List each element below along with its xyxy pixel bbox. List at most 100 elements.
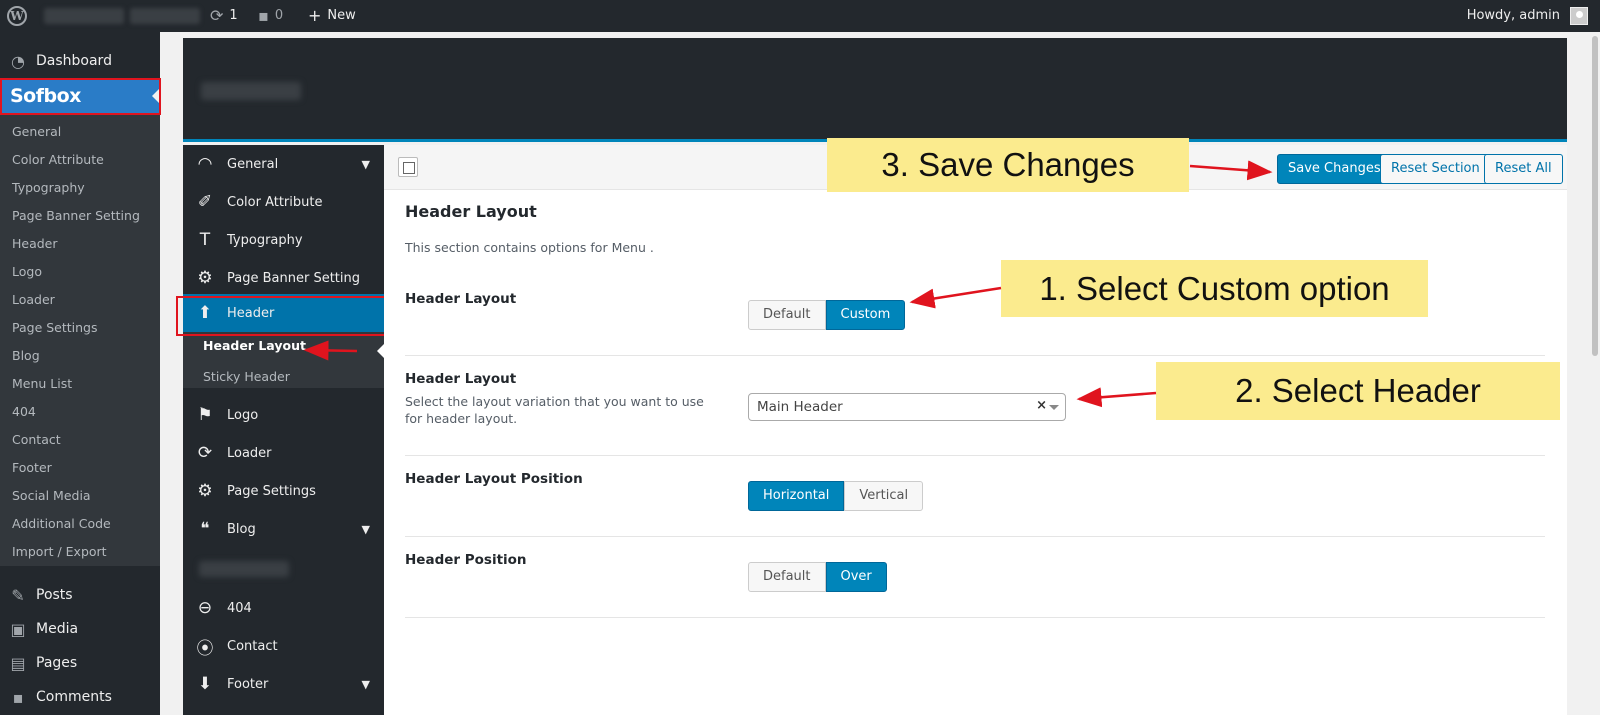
option-default[interactable]: Default <box>748 562 826 592</box>
subsection-header-layout[interactable]: Header Layout <box>203 338 306 353</box>
minus-circle-icon: ⊖ <box>197 598 213 618</box>
text-icon: T <box>199 230 211 250</box>
section-blog[interactable]: ❝ Blog ▼ <box>183 510 384 548</box>
submenu-import-export[interactable]: Import / Export <box>12 544 107 559</box>
submenu-color-attribute[interactable]: Color Attribute <box>12 152 104 167</box>
submenu-page-settings[interactable]: Page Settings <box>12 320 98 335</box>
section-label: Footer <box>227 676 269 692</box>
section-label: Blog <box>227 521 256 537</box>
wordpress-logo-icon[interactable]: W <box>7 6 27 26</box>
comment-icon: ▪ <box>12 687 24 707</box>
panel-title-blurred <box>201 82 301 100</box>
scrollbar-thumb[interactable] <box>1592 36 1598 356</box>
menu-sofbox[interactable]: Sofbox <box>0 79 160 113</box>
divider <box>405 355 1545 356</box>
site-name-blurred[interactable] <box>44 8 124 24</box>
section-404[interactable]: ⊖ 404 <box>183 589 384 627</box>
expand-options-icon[interactable] <box>398 157 418 177</box>
menu-label: Pages <box>36 655 78 671</box>
options-panel-header <box>183 38 1567 142</box>
avatar[interactable] <box>1570 7 1588 25</box>
section-loader[interactable]: ⟳ Loader <box>183 434 384 472</box>
submenu-menu-list[interactable]: Menu List <box>12 376 72 391</box>
submenu-social-media[interactable]: Social Media <box>12 488 91 503</box>
section-page-settings[interactable]: ⚙ Page Settings <box>183 472 384 510</box>
option-vertical[interactable]: Vertical <box>844 481 924 511</box>
submenu-logo[interactable]: Logo <box>12 264 42 279</box>
comments-button[interactable]: ▪ 0 <box>258 0 283 32</box>
site-link-blurred[interactable] <box>130 8 200 24</box>
section-typography[interactable]: T Typography <box>183 221 384 259</box>
option-horizontal[interactable]: Horizontal <box>748 481 845 511</box>
menu-dashboard[interactable]: ◔ Dashboard <box>0 46 160 76</box>
page-scrollbar[interactable] <box>1590 32 1600 715</box>
updates-count: 1 <box>229 8 238 23</box>
divider <box>405 536 1545 537</box>
section-blurred[interactable] <box>199 561 289 577</box>
options-main: Save Changes Reset Section Reset All Hea… <box>384 145 1567 715</box>
new-label: New <box>327 8 356 23</box>
reset-all-button[interactable]: Reset All <box>1484 154 1563 184</box>
submenu-header[interactable]: Header <box>12 236 58 251</box>
menu-comments[interactable]: ▪ Comments <box>0 682 160 712</box>
clear-icon[interactable]: × <box>1036 398 1047 413</box>
submenu-general[interactable]: General <box>12 124 61 139</box>
refresh-icon: ⟳ <box>210 6 224 25</box>
flag-icon: ⚑ <box>197 405 213 425</box>
header-layout-select[interactable]: Main Header × <box>748 393 1066 421</box>
divider <box>405 617 1545 618</box>
chevron-down-icon: ▼ <box>361 157 370 171</box>
section-label: 404 <box>227 600 252 616</box>
option-custom[interactable]: Custom <box>825 300 906 330</box>
admin-bar: W ⟳ 1 ▪ 0 + New Howdy, admin <box>0 0 1600 32</box>
section-page-banner[interactable]: ⚙ Page Banner Setting <box>183 259 384 297</box>
updates-button[interactable]: ⟳ 1 <box>210 0 238 32</box>
divider <box>405 455 1545 456</box>
submenu-blog[interactable]: Blog <box>12 348 40 363</box>
pin-icon: ✎ <box>11 585 25 605</box>
new-content-button[interactable]: + New <box>308 0 356 32</box>
section-label: Logo <box>227 407 259 423</box>
section-logo[interactable]: ⚑ Logo <box>183 396 384 434</box>
gauge-icon: ◠ <box>197 154 213 174</box>
menu-media[interactable]: ▣ Media <box>0 614 160 644</box>
section-header[interactable]: ⬆ Header <box>183 294 384 332</box>
comments-count: 0 <box>274 8 284 23</box>
quote-icon: ❝ <box>200 519 210 539</box>
section-label: Header <box>227 305 275 321</box>
option-over[interactable]: Over <box>825 562 887 592</box>
brush-icon: ✐ <box>197 192 213 212</box>
submenu-loader[interactable]: Loader <box>12 292 55 307</box>
submenu-typography[interactable]: Typography <box>12 180 85 195</box>
gear-icon: ⚙ <box>197 268 213 288</box>
section-label: Page Settings <box>227 483 316 499</box>
field-label: Header Layout Position <box>405 471 583 487</box>
howdy-account[interactable]: Howdy, admin <box>1467 0 1560 32</box>
section-label: Color Attribute <box>227 194 323 210</box>
section-color-attribute[interactable]: ✐ Color Attribute <box>183 183 384 221</box>
submenu-additional-code[interactable]: Additional Code <box>12 516 111 531</box>
media-icon: ▣ <box>10 619 26 639</box>
menu-pages[interactable]: ▤ Pages <box>0 648 160 678</box>
dashboard-icon: ◔ <box>11 51 25 71</box>
menu-posts[interactable]: ✎ Posts <box>0 580 160 610</box>
menu-label: Media <box>36 621 79 637</box>
menu-label: Dashboard <box>36 53 112 69</box>
comment-icon: ▪ <box>258 6 269 25</box>
reset-section-button[interactable]: Reset Section <box>1380 154 1491 184</box>
field-label: Header Layout <box>405 371 517 387</box>
save-changes-button[interactable]: Save Changes <box>1277 154 1392 184</box>
submenu-contact[interactable]: Contact <box>12 432 61 447</box>
submenu-page-banner[interactable]: Page Banner Setting <box>12 208 140 223</box>
gear-icon: ⚙ <box>197 481 213 501</box>
annotation-step2: 2. Select Header <box>1156 362 1560 420</box>
field-label: Header Layout <box>405 291 517 307</box>
section-footer[interactable]: ⬇ Footer ▼ <box>183 665 384 703</box>
chevron-down-icon: ▼ <box>361 677 370 691</box>
section-general[interactable]: ◠ General ▼ <box>183 145 384 183</box>
section-contact[interactable]: ⦿ Contact <box>183 627 384 665</box>
submenu-404[interactable]: 404 <box>12 404 36 419</box>
subsection-sticky-header[interactable]: Sticky Header <box>203 369 290 384</box>
option-default[interactable]: Default <box>748 300 826 330</box>
submenu-footer[interactable]: Footer <box>12 460 52 475</box>
